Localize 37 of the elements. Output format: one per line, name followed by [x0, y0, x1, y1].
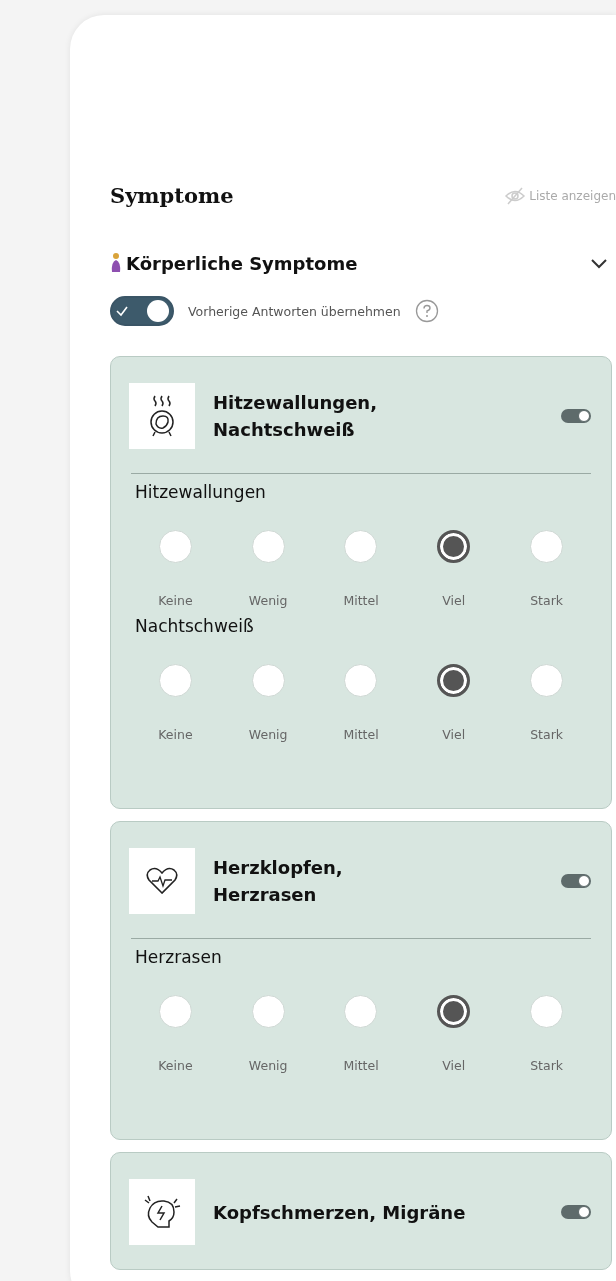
rating-label: Wenig	[248, 1058, 288, 1073]
rating-label: Viel	[442, 1058, 466, 1073]
page-title: Symptome	[110, 183, 234, 208]
rating-label: Keine	[158, 727, 193, 742]
rating-label: Wenig	[248, 593, 288, 608]
rating-radio[interactable]	[437, 664, 471, 697]
hidden-eye-icon	[504, 185, 527, 206]
carry-over-toggle[interactable]	[110, 296, 174, 326]
rating-label: Keine	[158, 593, 193, 608]
rating-label: Mittel	[343, 1058, 379, 1073]
symptom-title: Herzklopfen, Herzrasen	[213, 856, 344, 907]
symptom-toggle[interactable]	[561, 1205, 591, 1219]
rating-label: Viel	[442, 593, 466, 608]
rating-label: Mittel	[343, 727, 379, 742]
rating-label: Wenig	[248, 727, 288, 742]
rating-radio[interactable]	[437, 530, 471, 563]
rating-label: Stark	[530, 593, 564, 608]
question-label: Nachtschweiß	[134, 616, 255, 636]
symptom-title: Hitzewallungen, Nachtschweiß	[213, 391, 378, 442]
symptom-title: Kopfschmerzen, Migräne	[213, 1200, 467, 1225]
question-label: Herzrasen	[134, 947, 223, 967]
rating-radio[interactable]	[437, 995, 471, 1028]
section-header[interactable]: Körperliche Symptome	[110, 252, 616, 274]
headache-icon	[142, 1194, 182, 1230]
help-icon[interactable]	[414, 299, 439, 323]
heartbeat-icon	[145, 866, 179, 896]
rating-label: Stark	[530, 727, 564, 742]
rating-label: Stark	[530, 1058, 564, 1073]
symptom-toggle[interactable]	[561, 409, 591, 423]
rating-label: Mittel	[343, 593, 379, 608]
symptom-toggle[interactable]	[561, 874, 591, 888]
rating-label: Viel	[442, 727, 466, 742]
woman-icon	[110, 252, 122, 274]
question-label: Hitzewallungen	[134, 482, 267, 502]
rating-label: Keine	[158, 1058, 193, 1073]
carry-over-label: Vorherige Antworten übernehmen	[188, 303, 401, 319]
check-icon	[115, 305, 129, 317]
